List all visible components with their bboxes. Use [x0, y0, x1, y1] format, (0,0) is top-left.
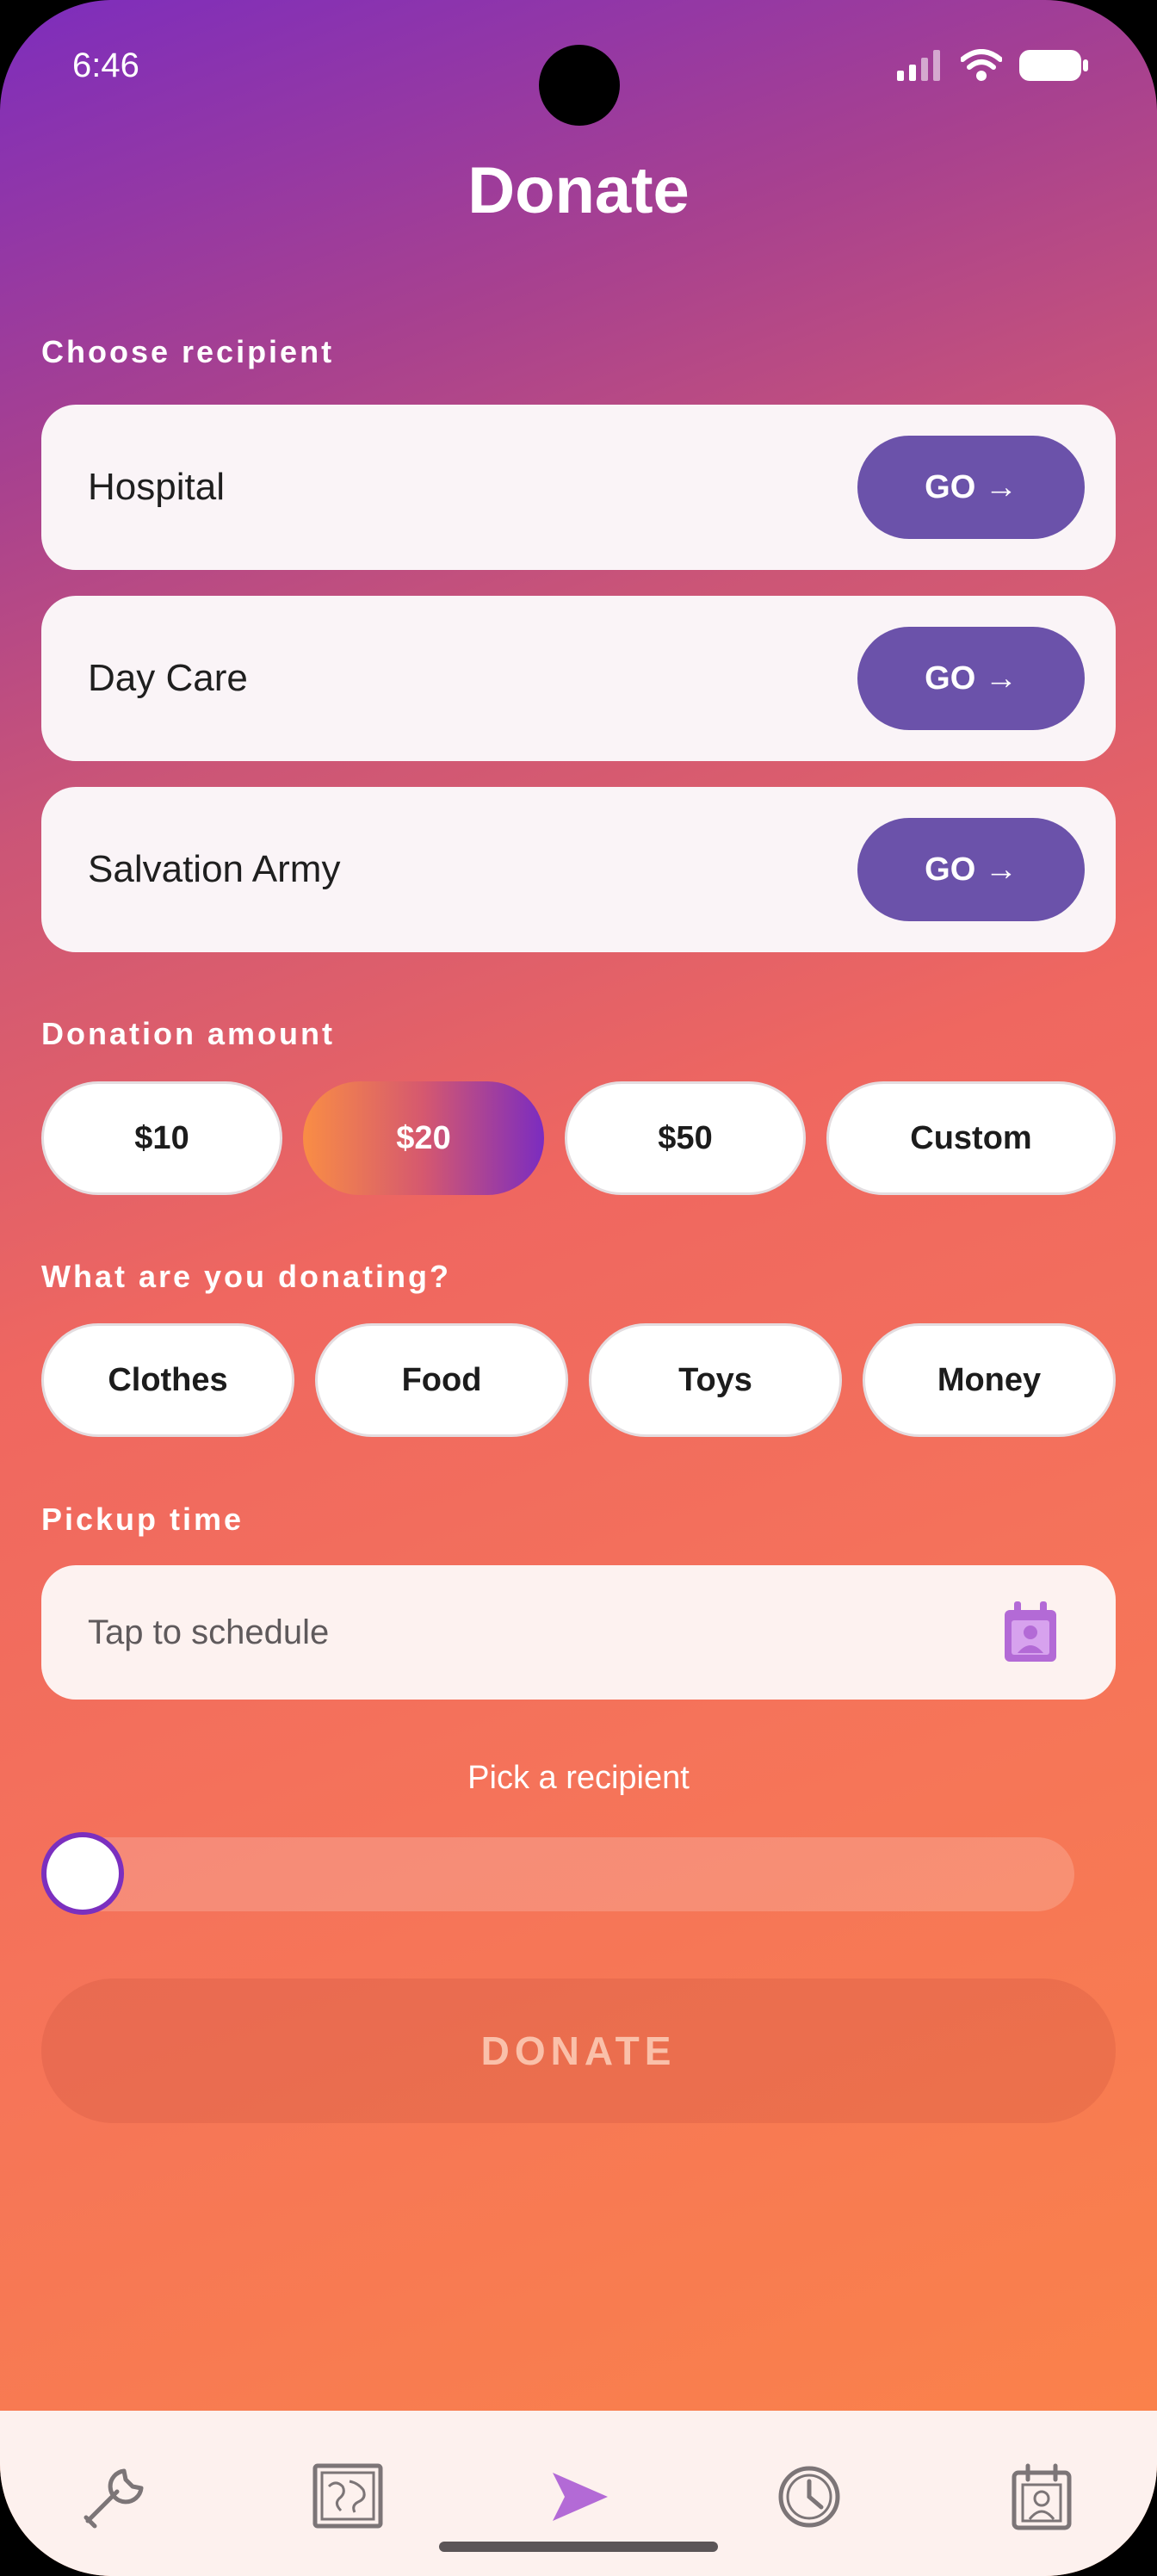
nav-item-map[interactable]: [312, 2461, 384, 2533]
amount-option-50[interactable]: $50: [565, 1081, 806, 1195]
amount-section-label: Donation amount: [41, 1016, 335, 1051]
wifi-icon: [961, 49, 1002, 81]
donation-type-food[interactable]: Food: [315, 1323, 568, 1437]
page-title: Donate: [467, 154, 690, 227]
recipient-name: Hospital: [88, 466, 225, 508]
recipient-card-day-care: Day Care GO →: [41, 596, 1116, 761]
clock-icon: [778, 2466, 840, 2528]
status-bar: 6:46: [0, 0, 1157, 129]
recipient-slider-knob[interactable]: [41, 1832, 124, 1915]
donation-type-clothes[interactable]: Clothes: [41, 1323, 294, 1437]
calendar-contact-icon[interactable]: [1002, 1600, 1059, 1665]
pickup-time-field[interactable]: Tap to schedule: [41, 1565, 1116, 1700]
go-button-hospital[interactable]: GO →: [857, 436, 1085, 539]
signal-icon: [897, 50, 940, 81]
recipient-name: Salvation Army: [88, 848, 341, 890]
status-icons: [897, 48, 1088, 83]
go-button-salvation-army[interactable]: GO →: [857, 818, 1085, 921]
pickup-placeholder: Tap to schedule: [88, 1613, 330, 1651]
donate-button[interactable]: DONATE: [41, 1978, 1116, 2123]
amount-option-custom[interactable]: Custom: [826, 1081, 1116, 1195]
camera-cutout: [539, 45, 620, 126]
home-indicator: [439, 2542, 718, 2552]
pickup-section-label: Pickup time: [41, 1502, 244, 1537]
status-time: 6:46: [72, 46, 139, 84]
nav-item-schedule[interactable]: [1005, 2461, 1078, 2533]
recipient-section-label: Choose recipient: [41, 334, 335, 369]
donation-type-money[interactable]: Money: [863, 1323, 1116, 1437]
send-icon: [553, 2473, 608, 2521]
wrench-icon: [84, 2468, 144, 2529]
calendar-contact-icon: [1012, 2463, 1072, 2530]
nav-item-tools[interactable]: [79, 2461, 152, 2533]
recipient-name: Day Care: [88, 657, 248, 699]
amount-option-20[interactable]: $20: [303, 1081, 544, 1195]
donation-type-toys[interactable]: Toys: [589, 1323, 842, 1437]
slider-hint: Pick a recipient: [467, 1760, 690, 1796]
recipient-card-hospital: Hospital GO →: [41, 405, 1116, 570]
map-icon: [312, 2463, 383, 2529]
battery-icon: [1019, 50, 1088, 81]
go-button-day-care[interactable]: GO →: [857, 627, 1085, 730]
donation-type-section-label: What are you donating?: [41, 1259, 451, 1294]
recipient-card-salvation-army: Salvation Army GO →: [41, 787, 1116, 952]
amount-option-10[interactable]: $10: [41, 1081, 282, 1195]
nav-item-history[interactable]: [773, 2461, 845, 2533]
phone-screen: 6:46 Donate Choose recipient Hospital GO…: [0, 0, 1157, 2576]
recipient-slider-track[interactable]: [43, 1837, 1074, 1911]
nav-item-send[interactable]: [542, 2461, 615, 2533]
